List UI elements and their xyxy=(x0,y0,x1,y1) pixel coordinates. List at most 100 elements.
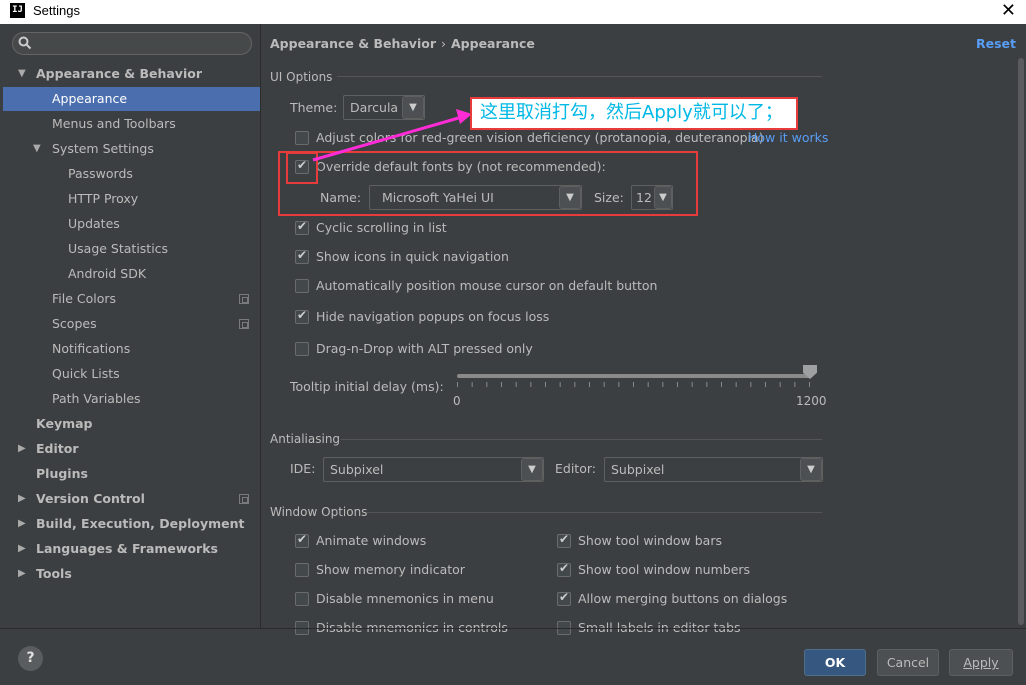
sidebar-item-label: Passwords xyxy=(68,166,133,181)
chevron-down-icon: ▼ xyxy=(800,458,822,481)
disable-mnemonics-menu-label: Disable mnemonics in menu xyxy=(316,591,494,606)
show-tool-window-numbers-checkbox[interactable] xyxy=(557,561,571,577)
editor-antialiasing-value: Subpixel xyxy=(611,462,665,477)
drag-drop-checkbox[interactable] xyxy=(295,342,309,356)
content-scrollbar[interactable] xyxy=(1018,58,1024,625)
chevron-down-icon: ▼ xyxy=(521,458,543,481)
apply-button-label: Apply xyxy=(963,655,999,670)
sidebar-item-label: File Colors xyxy=(52,291,117,306)
collapsed-arrow-icon[interactable]: ▶ xyxy=(18,512,26,536)
animate-windows-label: Animate windows xyxy=(316,533,427,548)
sidebar-item-tools[interactable]: ▶ Tools xyxy=(3,562,260,586)
sidebar-item-editor[interactable]: ▶ Editor xyxy=(3,437,260,461)
help-button[interactable]: ? xyxy=(18,646,43,671)
sidebar-item-label: Version Control xyxy=(36,491,145,506)
theme-select[interactable]: Darcula ▼ xyxy=(343,95,425,120)
sidebar-item-path-variables[interactable]: Path Variables xyxy=(3,387,260,411)
sidebar-item-passwords[interactable]: Passwords xyxy=(3,162,260,186)
show-memory-label: Show memory indicator xyxy=(316,562,465,577)
project-scope-icon xyxy=(239,319,249,329)
sidebar-item-plugins[interactable]: Plugins xyxy=(3,462,260,486)
collapsed-arrow-icon[interactable]: ▶ xyxy=(18,537,26,561)
cancel-button[interactable]: Cancel xyxy=(877,649,939,676)
sidebar-item-label: Path Variables xyxy=(52,391,141,406)
footer-divider xyxy=(0,628,1026,629)
sidebar-item-label: Appearance & Behavior xyxy=(36,66,202,81)
slider-min-label: 0 xyxy=(453,394,461,408)
sidebar-item-appearance[interactable]: Appearance xyxy=(3,87,260,111)
sidebar-item-label: Appearance xyxy=(52,91,128,106)
show-memory-checkbox[interactable] xyxy=(295,563,309,577)
sidebar-item-usage-statistics[interactable]: Usage Statistics xyxy=(3,237,260,261)
collapsed-arrow-icon[interactable]: ▶ xyxy=(18,437,26,461)
sidebar-item-label: Scopes xyxy=(52,316,97,331)
sidebar-item-version-control[interactable]: ▶ Version Control xyxy=(3,487,260,511)
cyclic-scrolling-checkbox[interactable] xyxy=(295,219,309,235)
sidebar-item-android-sdk[interactable]: Android SDK xyxy=(3,262,260,286)
ide-antialiasing-select[interactable]: Subpixel ▼ xyxy=(323,457,544,482)
project-scope-icon xyxy=(239,294,249,304)
sidebar-item-label: Editor xyxy=(36,441,79,456)
sidebar-item-quick-lists[interactable]: Quick Lists xyxy=(3,362,260,386)
slider-max-label: 1200 xyxy=(796,394,827,408)
adjust-colors-checkbox[interactable] xyxy=(295,131,309,145)
intellij-logo-icon: IJ xyxy=(10,3,25,18)
animate-windows-checkbox[interactable] xyxy=(295,532,309,548)
sidebar-item-build-execution-deployment[interactable]: ▶ Build, Execution, Deployment xyxy=(3,512,260,536)
sidebar-item-system-settings[interactable]: ▼ System Settings xyxy=(3,137,260,161)
settings-sidebar: ▼ Appearance & Behavior Appearance Menus an… xyxy=(3,24,260,628)
close-icon[interactable]: ✕ xyxy=(1001,0,1016,22)
show-tool-window-numbers-label: Show tool window numbers xyxy=(578,562,751,577)
sidebar-item-http-proxy[interactable]: HTTP Proxy xyxy=(3,187,260,211)
tooltip-delay-slider[interactable] xyxy=(457,374,810,378)
ide-antialiasing-value: Subpixel xyxy=(330,462,384,477)
annotation-callout: 这里取消打勾，然后Apply就可以了； xyxy=(470,97,798,130)
expanded-arrow-icon[interactable]: ▼ xyxy=(18,62,26,86)
breadcrumb-item: Appearance xyxy=(451,36,535,51)
sidebar-item-label: Tools xyxy=(36,566,72,581)
cyclic-scrolling-label: Cyclic scrolling in list xyxy=(316,220,447,235)
how-it-works-link[interactable]: How it works xyxy=(748,130,828,145)
sidebar-item-label: Languages & Frameworks xyxy=(36,541,218,556)
show-tool-window-bars-checkbox[interactable] xyxy=(557,532,571,548)
sidebar-item-notifications[interactable]: Notifications xyxy=(3,337,260,361)
hide-popups-checkbox[interactable] xyxy=(295,308,309,324)
sidebar-item-label: System Settings xyxy=(52,141,154,156)
adjust-colors-label: Adjust colors for red-green vision defic… xyxy=(316,130,764,145)
auto-position-checkbox[interactable] xyxy=(295,279,309,293)
sidebar-item-file-colors[interactable]: File Colors xyxy=(3,287,260,311)
sidebar-item-label: Quick Lists xyxy=(52,366,120,381)
expanded-arrow-icon[interactable]: ▼ xyxy=(33,137,41,161)
breadcrumb-item[interactable]: Appearance & Behavior xyxy=(270,36,436,51)
sidebar-item-updates[interactable]: Updates xyxy=(3,212,260,236)
editor-antialiasing-select[interactable]: Subpixel ▼ xyxy=(604,457,823,482)
section-title-antialiasing: Antialiasing xyxy=(270,432,341,446)
auto-position-label: Automatically position mouse cursor on d… xyxy=(316,278,658,293)
drag-drop-label: Drag-n-Drop with ALT pressed only xyxy=(316,341,533,356)
collapsed-arrow-icon[interactable]: ▶ xyxy=(18,487,26,511)
apply-button[interactable]: Apply xyxy=(949,649,1013,676)
reset-link[interactable]: Reset xyxy=(976,36,1016,51)
theme-value: Darcula xyxy=(350,100,399,115)
sidebar-item-keymap[interactable]: Keymap xyxy=(3,412,260,436)
disable-mnemonics-menu-checkbox[interactable] xyxy=(295,592,309,606)
section-title-ui-options: UI Options xyxy=(270,70,333,84)
allow-merging-checkbox[interactable] xyxy=(557,590,571,606)
title-bar: IJ Settings ✕ xyxy=(0,0,1026,24)
sidebar-item-languages-frameworks[interactable]: ▶ Languages & Frameworks xyxy=(3,537,260,561)
ok-button[interactable]: OK xyxy=(804,649,866,676)
chevron-down-icon: ▼ xyxy=(402,96,424,119)
breadcrumb-separator: › xyxy=(441,36,446,51)
sidebar-item-menus-and-toolbars[interactable]: Menus and Toolbars xyxy=(3,112,260,136)
sidebar-item-scopes[interactable]: Scopes xyxy=(3,312,260,336)
collapsed-arrow-icon[interactable]: ▶ xyxy=(18,562,26,586)
ide-label: IDE: xyxy=(290,461,316,476)
allow-merging-label: Allow merging buttons on dialogs xyxy=(578,591,788,606)
search-icon xyxy=(18,36,32,50)
tooltip-delay-label: Tooltip initial delay (ms): xyxy=(290,379,444,394)
show-icons-checkbox[interactable] xyxy=(295,248,309,264)
sidebar-item-appearance-behavior[interactable]: ▼ Appearance & Behavior xyxy=(3,62,260,86)
sidebar-item-label: Keymap xyxy=(36,416,93,431)
sidebar-item-label: HTTP Proxy xyxy=(68,191,139,206)
search-input[interactable] xyxy=(12,32,252,55)
